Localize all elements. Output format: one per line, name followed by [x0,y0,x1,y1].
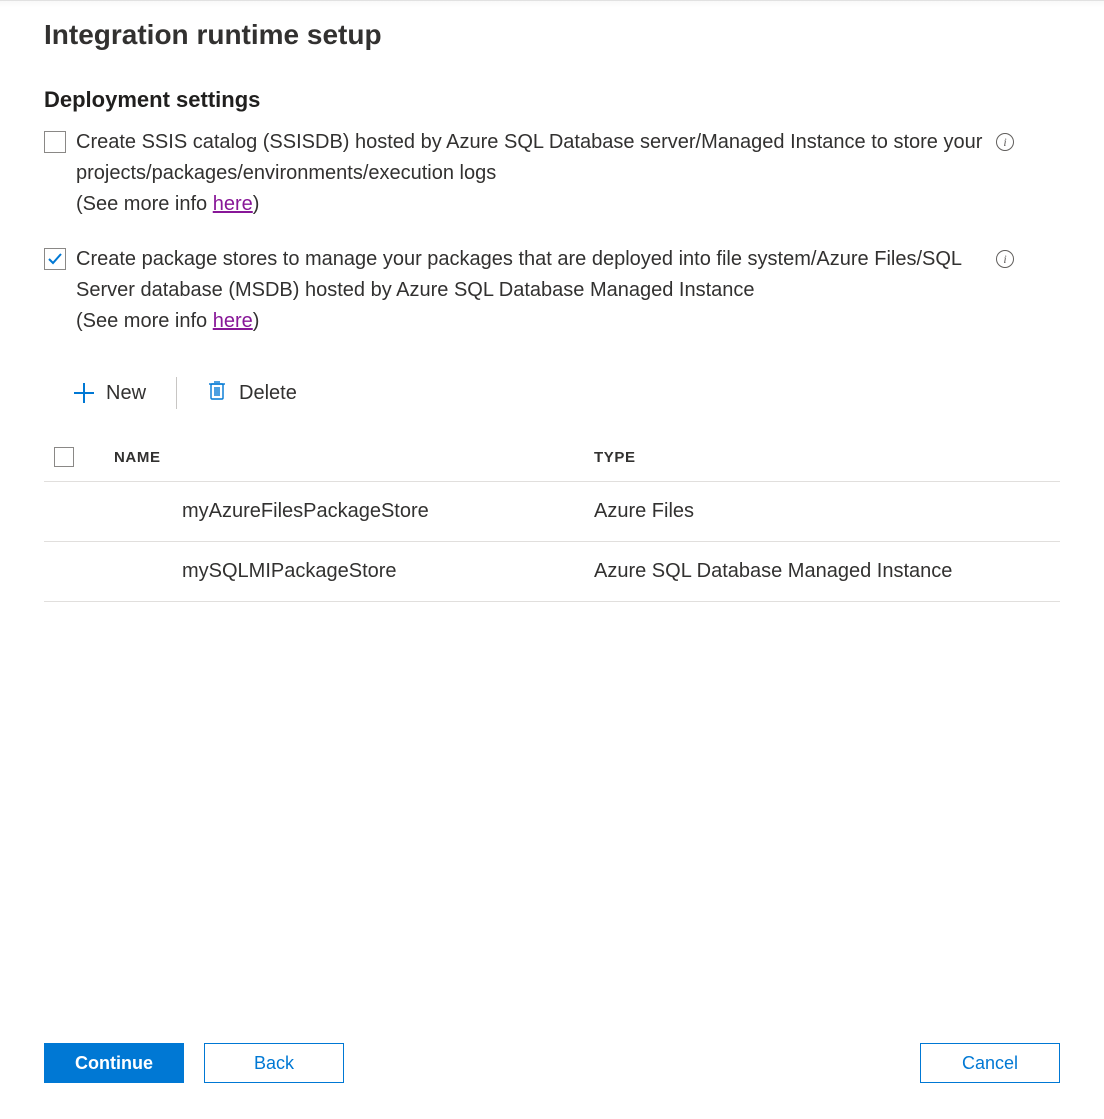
checkbox-ssisdb[interactable] [44,131,66,153]
see-more-suffix: ) [253,310,260,332]
cell-name: mySQLMIPackageStore [114,542,594,602]
option-ssisdb-text: Create SSIS catalog (SSISDB) hosted by A… [76,127,1060,189]
footer: Continue Back Cancel [44,1043,1060,1119]
delete-button[interactable]: Delete [199,375,305,411]
option-package-stores-info: (See more info here) [76,310,1060,333]
cell-type: Azure Files [594,482,1060,542]
checkbox-select-all[interactable] [54,447,74,467]
toolbar-separator [176,377,177,409]
checkbox-package-stores[interactable] [44,248,66,270]
table-row[interactable]: myAzureFilesPackageStore Azure Files [44,482,1060,542]
trash-icon [207,379,227,407]
col-header-name[interactable]: NAME [114,433,594,482]
section-title: Deployment settings [44,87,1060,113]
link-ssisdb-here[interactable]: here [213,193,253,215]
col-header-type[interactable]: TYPE [594,433,1060,482]
continue-button[interactable]: Continue [44,1043,184,1083]
option-package-stores: Create package stores to manage your pac… [44,244,1060,333]
cell-name: myAzureFilesPackageStore [114,482,594,542]
see-more-prefix: (See more info [76,193,213,215]
option-package-stores-text: Create package stores to manage your pac… [76,244,1060,306]
back-button[interactable]: Back [204,1043,344,1083]
info-icon[interactable]: i [996,250,1014,268]
plus-icon [74,383,94,403]
cell-type: Azure SQL Database Managed Instance [594,542,1060,602]
option-ssisdb-info: (See more info here) [76,193,1060,216]
option-ssisdb: Create SSIS catalog (SSISDB) hosted by A… [44,127,1060,216]
new-button[interactable]: New [66,378,154,409]
info-icon[interactable]: i [996,133,1014,151]
see-more-prefix: (See more info [76,310,213,332]
table-row[interactable]: mySQLMIPackageStore Azure SQL Database M… [44,542,1060,602]
toolbar: New Delete [66,375,1060,411]
page-title: Integration runtime setup [44,19,1060,51]
delete-label: Delete [239,382,297,405]
package-stores-table: NAME TYPE myAzureFilesPackageStore Azure… [44,433,1060,602]
see-more-suffix: ) [253,193,260,215]
new-label: New [106,382,146,405]
cancel-button[interactable]: Cancel [920,1043,1060,1083]
link-package-stores-here[interactable]: here [213,310,253,332]
